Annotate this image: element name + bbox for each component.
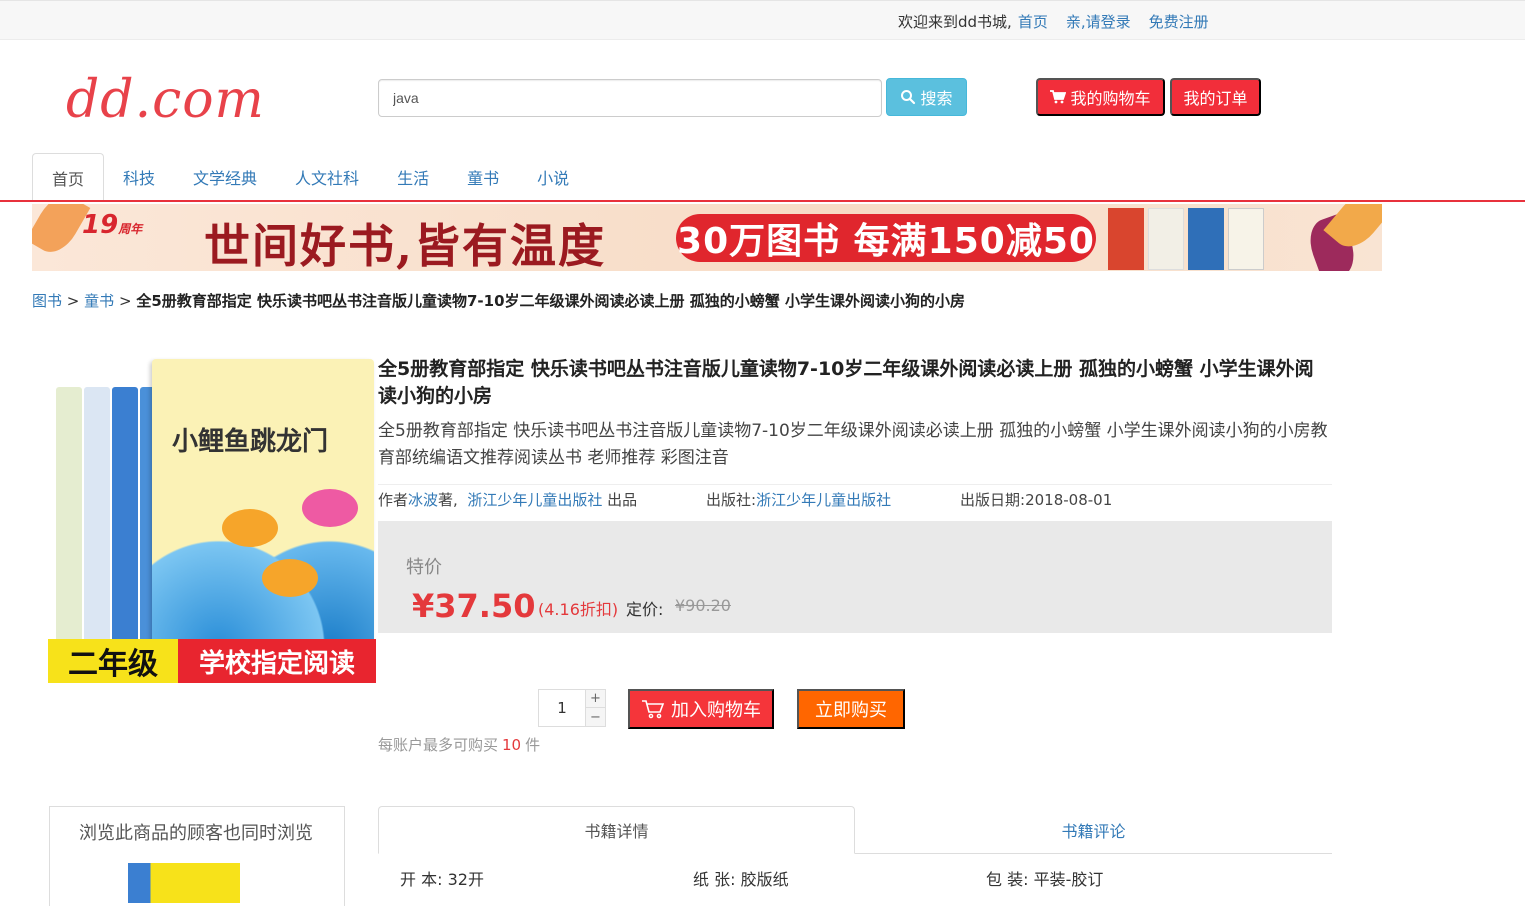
cover-wave-illustration: [152, 537, 374, 647]
category-nav: 首页 科技 文学经典 人文社科 生活 童书 小说: [32, 153, 588, 202]
spec-label: 纸 张:: [693, 870, 736, 889]
producer-link[interactable]: 浙江少年儿童出版社: [467, 491, 602, 509]
site-logo[interactable]: dd.com: [66, 70, 265, 130]
spec-value: 胶版纸: [740, 870, 789, 889]
nav-tab-novel[interactable]: 小说: [518, 153, 588, 201]
nav-tab-literature[interactable]: 文学经典: [174, 153, 276, 201]
search-icon: [901, 90, 916, 105]
product-meta: 作者冰波著, 浙江少年儿童出版社 出品 出版社:浙江少年儿童出版社 出版日期:2…: [378, 484, 1332, 514]
quantity-increase-button[interactable]: +: [585, 690, 605, 708]
my-cart-button[interactable]: 我的购物车: [1036, 78, 1165, 116]
quantity-input[interactable]: 1: [539, 690, 585, 726]
publish-date-info: 出版日期:2018-08-01: [960, 489, 1112, 510]
limit-prefix: 每账户最多可购买: [378, 736, 499, 754]
breadcrumb: 图书 > 童书 > 全5册教育部指定 快乐读书吧丛书注音版儿童读物7-10岁二年…: [32, 290, 965, 311]
breadcrumb-separator: >: [118, 292, 132, 310]
author-info: 作者冰波著, 浙江少年儿童出版社 出品: [378, 489, 637, 510]
search-input[interactable]: [378, 79, 882, 117]
add-to-cart-button[interactable]: 加入购物车: [628, 689, 774, 729]
cover-grade: 二年级: [48, 639, 178, 683]
nav-divider: [0, 200, 1525, 202]
fish-illustration: [222, 509, 278, 547]
spec-value: 32开: [447, 870, 484, 889]
top-home-link[interactable]: 首页: [1018, 13, 1048, 31]
search-button-label: 搜索: [920, 91, 953, 108]
list-price-label: 定价:: [626, 600, 664, 619]
breadcrumb-children[interactable]: 童书: [84, 292, 114, 310]
author-link[interactable]: 冰波: [408, 491, 438, 509]
nav-tab-humanities[interactable]: 人文社科: [276, 153, 378, 201]
publisher-info: 出版社:浙江少年儿童出版社: [706, 489, 891, 510]
limit-count: 10: [502, 736, 522, 754]
promo-banner[interactable]: 19周年 世间好书,皆有温度 30万图书 每满150减50: [32, 204, 1382, 271]
spec-value: 平装-胶订: [1033, 870, 1104, 889]
fish-illustration: [302, 489, 358, 527]
price-box: 特价 ¥37.50 (4.16折扣) 定价: ¥90.20: [378, 521, 1332, 633]
author-label: 作者: [378, 491, 409, 509]
banner-promo: 30万图书 每满150减50: [676, 214, 1096, 262]
spec-paper: 纸 张: 胶版纸: [693, 866, 789, 890]
add-to-cart-label: 加入购物车: [671, 700, 761, 720]
banner-slogan: 世间好书,皆有温度: [204, 219, 607, 271]
quantity-stepper: 1 + −: [538, 689, 606, 727]
quantity-decrease-button[interactable]: −: [585, 708, 605, 726]
book-spines: [56, 387, 166, 647]
producer-suffix: 出品: [607, 491, 638, 509]
buy-now-button[interactable]: 立即购买: [797, 689, 905, 729]
anniversary-number: 19: [82, 210, 119, 240]
banner-books-image: [1108, 208, 1264, 270]
also-viewed-thumbnail[interactable]: [128, 863, 240, 903]
welcome-text: 欢迎来到dd书城,: [898, 13, 1012, 31]
book-front: 小鲤鱼跳龙门: [152, 359, 374, 647]
current-price: ¥37.50: [412, 587, 536, 625]
register-link[interactable]: 免费注册: [1149, 13, 1209, 31]
top-bar: 欢迎来到dd书城, 首页 亲,请登录 免费注册: [0, 0, 1525, 40]
product-subtitle: 全5册教育部指定 快乐读书吧丛书注音版儿童读物7-10岁二年级课外阅读必读上册 …: [378, 421, 1328, 468]
publish-date: 2018-08-01: [1025, 491, 1113, 509]
spec-format: 开 本: 32开: [400, 866, 484, 890]
nav-tab-life[interactable]: 生活: [378, 153, 448, 201]
anniversary-suffix: 周年: [118, 222, 143, 236]
cart-icon: [642, 700, 665, 719]
product-cover-image[interactable]: 小鲤鱼跳龙门 二年级 学校指定阅读: [48, 357, 376, 683]
publisher-label: 出版社:: [706, 491, 757, 509]
also-viewed-heading: 浏览此商品的顾客也同时浏览: [79, 823, 313, 844]
cover-title: 小鲤鱼跳龙门: [172, 427, 329, 457]
my-orders-button[interactable]: 我的订单: [1170, 78, 1261, 116]
author-suffix: 著,: [438, 491, 458, 509]
breadcrumb-separator: >: [66, 292, 80, 310]
breadcrumb-current: 全5册教育部指定 快乐读书吧丛书注音版儿童读物7-10岁二年级课外阅读必读上册 …: [136, 292, 965, 310]
also-viewed-panel: 浏览此商品的顾客也同时浏览: [49, 806, 345, 906]
list-price: ¥90.20: [675, 596, 731, 615]
tab-book-details[interactable]: 书籍详情: [378, 806, 855, 854]
spec-binding: 包 装: 平装-胶订: [986, 866, 1103, 890]
top-bar-links: 欢迎来到dd书城, 首页 亲,请登录 免费注册: [898, 11, 1227, 32]
publish-date-label: 出版日期:: [960, 491, 1026, 509]
cart-icon: [1050, 90, 1067, 104]
cover-tagline: 学校指定阅读: [178, 639, 376, 683]
nav-tab-home[interactable]: 首页: [32, 153, 105, 202]
cover-grade-strip: 二年级 学校指定阅读: [48, 639, 376, 683]
nav-tab-tech[interactable]: 科技: [104, 153, 174, 201]
spec-label: 开 本:: [400, 870, 443, 889]
fish-illustration: [262, 559, 318, 597]
product-title: 全5册教育部指定 快乐读书吧丛书注音版儿童读物7-10岁二年级课外阅读必读上册 …: [378, 358, 1314, 407]
purchase-limit: 每账户最多可购买 10 件: [378, 734, 540, 755]
my-cart-label: 我的购物车: [1070, 91, 1151, 108]
detail-tabs: 书籍详情 书籍评论: [378, 806, 1332, 854]
special-price-label: 特价: [406, 557, 442, 578]
limit-suffix: 件: [525, 736, 541, 754]
discount-rate: (4.16折扣): [538, 600, 619, 619]
anniversary-badge: 19周年: [82, 210, 142, 240]
tab-book-reviews[interactable]: 书籍评论: [855, 806, 1332, 854]
login-link[interactable]: 亲,请登录: [1066, 13, 1131, 31]
search-button[interactable]: 搜索: [886, 78, 967, 116]
nav-tab-children[interactable]: 童书: [448, 153, 518, 201]
spec-label: 包 装:: [986, 870, 1029, 889]
breadcrumb-books[interactable]: 图书: [32, 292, 62, 310]
publisher-link[interactable]: 浙江少年儿童出版社: [756, 491, 891, 509]
